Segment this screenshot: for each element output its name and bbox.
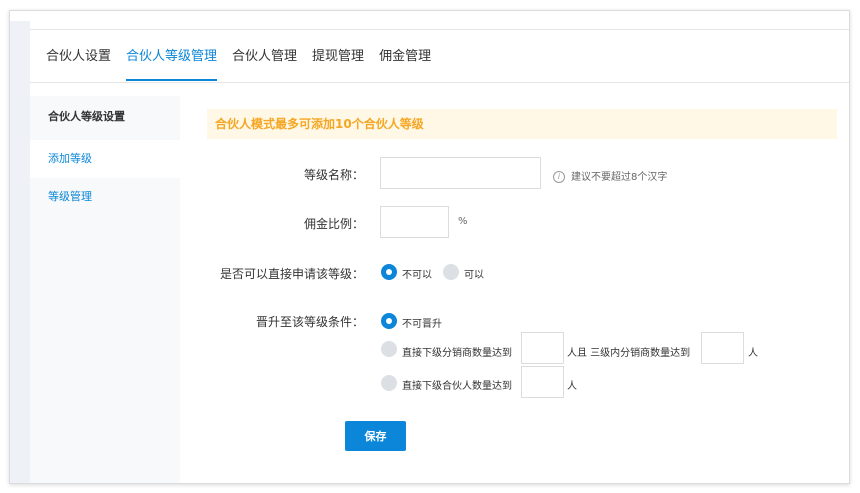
level-name-label: 等级名称：: [303, 168, 364, 182]
tab-partner-level-management[interactable]: 合伙人等级管理: [126, 47, 218, 81]
apply-label: 是否可以直接申请该等级：: [219, 267, 364, 281]
tab-bar: 合伙人设置 合伙人等级管理 合伙人管理 提现管理 佣金管理: [46, 47, 446, 81]
commission-input[interactable]: [380, 206, 449, 238]
tab-partner-settings[interactable]: 合伙人设置: [46, 47, 111, 81]
apply-option-no-label: 不可以: [402, 270, 432, 281]
upgrade-partner-suffix: 人: [567, 381, 577, 392]
level-name-hint-text: 建议不要超过8个汉字: [571, 172, 668, 183]
sidebar: 合伙人等级设置 添加等级 等级管理: [30, 96, 180, 483]
upgrade-distributor-mid: 人且 三级内分销商数量达到: [567, 348, 691, 359]
commission-unit: %: [458, 216, 468, 227]
info-icon: i: [553, 171, 565, 183]
content-frame: 合伙人设置 合伙人等级管理 合伙人管理 提现管理 佣金管理 合伙人等级设置 添加…: [9, 10, 850, 484]
upgrade-none-radio[interactable]: [381, 313, 397, 329]
upgrade-distributor-radio[interactable]: [381, 341, 397, 357]
apply-option-yes-radio[interactable]: [443, 264, 459, 280]
three-level-distributor-count-input[interactable]: [701, 332, 744, 364]
upgrade-distributor-prefix: 直接下级分销商数量达到: [402, 348, 512, 359]
direct-distributor-count-input[interactable]: [521, 332, 564, 364]
direct-partner-count-input[interactable]: [521, 366, 564, 398]
tab-commission-management[interactable]: 佣金管理: [379, 47, 431, 81]
sidebar-item-level-management[interactable]: 等级管理: [30, 178, 180, 216]
tab-withdrawal-management[interactable]: 提现管理: [312, 47, 364, 81]
notice-banner: 合伙人模式最多可添加10个合伙人等级: [207, 109, 837, 139]
upgrade-distributor-suffix: 人: [748, 348, 758, 359]
divider: [30, 29, 849, 30]
apply-option-yes-label: 可以: [464, 270, 484, 281]
upgrade-none-label: 不可晋升: [402, 319, 442, 330]
sidebar-title: 合伙人等级设置: [48, 110, 125, 123]
tabs-divider: [30, 82, 849, 83]
tab-partner-management[interactable]: 合伙人管理: [232, 47, 297, 81]
upgrade-partner-prefix: 直接下级合伙人数量达到: [402, 381, 512, 392]
apply-option-no-radio[interactable]: [381, 264, 397, 280]
commission-label: 佣金比例：: [303, 217, 364, 231]
upgrade-label: 晋升至该等级条件：: [255, 315, 364, 329]
upgrade-partner-radio[interactable]: [381, 375, 397, 391]
sidebar-item-add-level[interactable]: 添加等级: [30, 140, 180, 178]
left-strip: [10, 21, 30, 483]
level-name-hint: i 建议不要超过8个汉字: [553, 168, 667, 183]
level-name-input[interactable]: [380, 157, 541, 189]
save-button[interactable]: 保存: [345, 421, 406, 451]
